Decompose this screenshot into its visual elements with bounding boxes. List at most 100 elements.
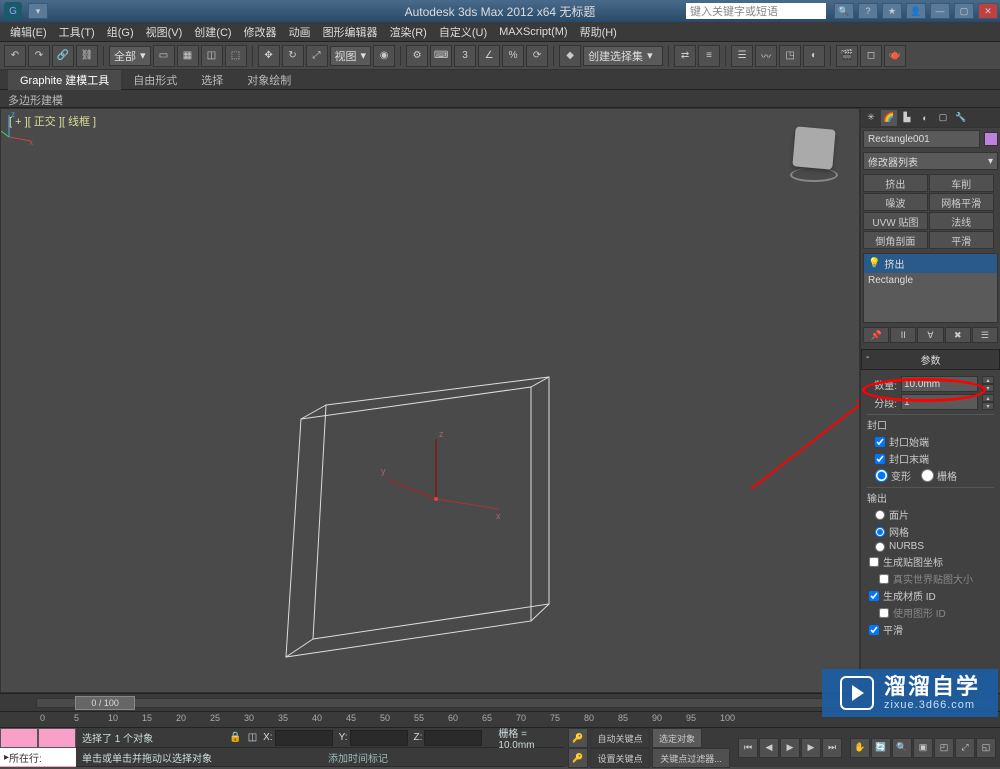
named-selection-set[interactable]: 创建选择集 ▾ <box>583 46 663 66</box>
utilities-tab-icon[interactable]: 🔧 <box>953 110 969 126</box>
minimize-button[interactable]: — <box>930 3 950 19</box>
close-button[interactable]: ✕ <box>978 3 998 19</box>
setkey-icon[interactable]: 🔑 <box>568 748 588 768</box>
segments-spin-buttons[interactable]: ▴▾ <box>982 394 994 410</box>
mod-btn-meshsmooth[interactable]: 网格平滑 <box>929 193 994 211</box>
show-endresult-button[interactable]: ⅠⅠ <box>890 327 916 343</box>
stack-item-extrude[interactable]: 💡挤出 <box>864 254 997 273</box>
signin-button[interactable]: 👤 <box>906 3 926 19</box>
keyfilter-selected-dropdown[interactable]: 选定对象 <box>652 728 702 748</box>
ribbon-tab-freeform[interactable]: 自由形式 <box>121 70 189 90</box>
goto-line-input[interactable]: ▸ 所在行: <box>0 748 76 766</box>
menu-render[interactable]: 渲染(R) <box>384 22 433 42</box>
manipulate-button[interactable]: ⚙ <box>406 45 428 67</box>
search-icon[interactable]: 🔍 <box>834 3 854 19</box>
unlink-button[interactable]: ⛓ <box>76 45 98 67</box>
coord-toggle-icon[interactable]: ◫ <box>248 732 257 743</box>
viewport[interactable]: [ + ][ 正交 ][ 线框 ] y x z <box>0 108 860 693</box>
keyfilter-button[interactable]: 关键点过滤器... <box>652 748 730 768</box>
mod-btn-noise[interactable]: 噪波 <box>863 193 928 211</box>
script-shelf-2[interactable] <box>38 728 76 748</box>
hierarchy-tab-icon[interactable]: ▙ <box>899 110 915 126</box>
render-button[interactable]: 🫖 <box>884 45 906 67</box>
configure-sets-button[interactable]: ☰ <box>972 327 998 343</box>
lock-icon[interactable]: 🔒 <box>229 732 241 743</box>
prev-frame-button[interactable]: ◀ <box>759 738 779 758</box>
select-button[interactable]: ▭ <box>153 45 175 67</box>
angle-snap-button[interactable]: ∠ <box>478 45 500 67</box>
curve-editor-button[interactable]: 〰 <box>755 45 777 67</box>
remove-mod-button[interactable]: ✖ <box>945 327 971 343</box>
mod-btn-uvwmap[interactable]: UVW 贴图 <box>863 212 928 230</box>
cap-grid-radio[interactable]: 栅格 <box>921 468 957 483</box>
menu-create[interactable]: 创建(C) <box>188 22 237 42</box>
menu-animation[interactable]: 动画 <box>283 22 317 42</box>
ribbon-tab-graphite[interactable]: Graphite 建模工具 <box>8 70 121 90</box>
mod-btn-bevelprofile[interactable]: 倒角剖面 <box>863 231 928 249</box>
use-shapeid-check[interactable]: 使用图形 ID <box>867 605 994 620</box>
select-name-button[interactable]: ▦ <box>177 45 199 67</box>
amount-spin-buttons[interactable]: ▴▾ <box>982 376 994 392</box>
link-button[interactable]: 🔗 <box>52 45 74 67</box>
mod-btn-extrude[interactable]: 挤出 <box>863 174 928 192</box>
stack-item-rectangle[interactable]: Rectangle <box>864 273 997 288</box>
smooth-check[interactable]: 平滑 <box>867 622 994 637</box>
menu-view[interactable]: 视图(V) <box>140 22 189 42</box>
material-editor-button[interactable]: ◐ <box>803 45 825 67</box>
play-button[interactable]: ▶ <box>780 738 800 758</box>
menu-modifier[interactable]: 修改器 <box>238 22 283 42</box>
coord-z-input[interactable] <box>424 730 482 746</box>
script-shelf-1[interactable] <box>0 728 38 748</box>
gen-matid-check[interactable]: 生成材质 ID <box>867 588 994 603</box>
render-setup-button[interactable]: 🎬 <box>836 45 858 67</box>
pivot-center-button[interactable]: ◉ <box>373 45 395 67</box>
scale-button[interactable]: ⤢ <box>306 45 328 67</box>
ref-coord-system[interactable]: 视图 ▾ <box>330 46 372 66</box>
window-crossing-button[interactable]: ⬚ <box>225 45 247 67</box>
spinner-snap-button[interactable]: ⟳ <box>526 45 548 67</box>
display-tab-icon[interactable]: ▢ <box>935 110 951 126</box>
menu-group[interactable]: 组(G) <box>101 22 140 42</box>
info-button[interactable]: ? <box>858 3 878 19</box>
keyboard-shortcut-button[interactable]: ⌨ <box>430 45 452 67</box>
fov-button[interactable]: ◰ <box>934 738 954 758</box>
percent-snap-button[interactable]: % <box>502 45 524 67</box>
menu-customize[interactable]: 自定义(U) <box>433 22 493 42</box>
mod-btn-lathe[interactable]: 车削 <box>929 174 994 192</box>
rotate-button[interactable]: ↻ <box>282 45 304 67</box>
menu-grapheditor[interactable]: 图形编辑器 <box>317 22 384 42</box>
time-slider-thumb[interactable]: 0 / 100 <box>75 696 135 710</box>
layer-manager-button[interactable]: ☰ <box>731 45 753 67</box>
segments-spinner[interactable]: 1 <box>901 394 978 410</box>
real-world-check[interactable]: 真实世界贴图大小 <box>867 571 994 586</box>
app-menu-button[interactable]: ▾ <box>28 3 48 19</box>
menu-tools[interactable]: 工具(T) <box>53 22 101 42</box>
motion-tab-icon[interactable]: ◐ <box>917 110 933 126</box>
menu-maxscript[interactable]: MAXScript(M) <box>493 24 573 40</box>
arc-rotate-button[interactable]: 🔄 <box>871 738 891 758</box>
next-frame-button[interactable]: ▶ <box>801 738 821 758</box>
select-region-button[interactable]: ◫ <box>201 45 223 67</box>
modifier-list-dropdown[interactable]: 修改器列表 ▾ <box>863 152 998 170</box>
help-search-input[interactable]: 键入关键字或短语 <box>686 3 826 19</box>
move-button[interactable]: ✥ <box>258 45 280 67</box>
modify-tab-icon[interactable]: 🌈 <box>881 110 897 126</box>
max-toggle-button[interactable]: ◱ <box>976 738 996 758</box>
gen-mapping-check[interactable]: 生成贴图坐标 <box>867 554 994 569</box>
star-button[interactable]: ★ <box>882 3 902 19</box>
zoom-all-button[interactable]: ▣ <box>913 738 933 758</box>
rollout-header-params[interactable]: -参数 <box>861 349 1000 370</box>
object-name-input[interactable]: Rectangle001 <box>863 130 980 148</box>
key-mode-button[interactable]: 🔑 <box>568 728 588 748</box>
schematic-view-button[interactable]: ◳ <box>779 45 801 67</box>
mod-btn-normal[interactable]: 法线 <box>929 212 994 230</box>
output-patch-radio[interactable]: 面片 <box>867 507 994 522</box>
render-frame-button[interactable]: ◻ <box>860 45 882 67</box>
cap-start-check[interactable]: 封口始端 <box>867 434 994 449</box>
align-button[interactable]: ≡ <box>698 45 720 67</box>
create-tab-icon[interactable]: ✳ <box>863 110 879 126</box>
output-mesh-radio[interactable]: 网格 <box>867 524 994 539</box>
coord-x-input[interactable] <box>275 730 333 746</box>
add-time-tag[interactable]: 添加时间标记 <box>328 750 388 765</box>
pin-stack-button[interactable]: 📌 <box>863 327 889 343</box>
